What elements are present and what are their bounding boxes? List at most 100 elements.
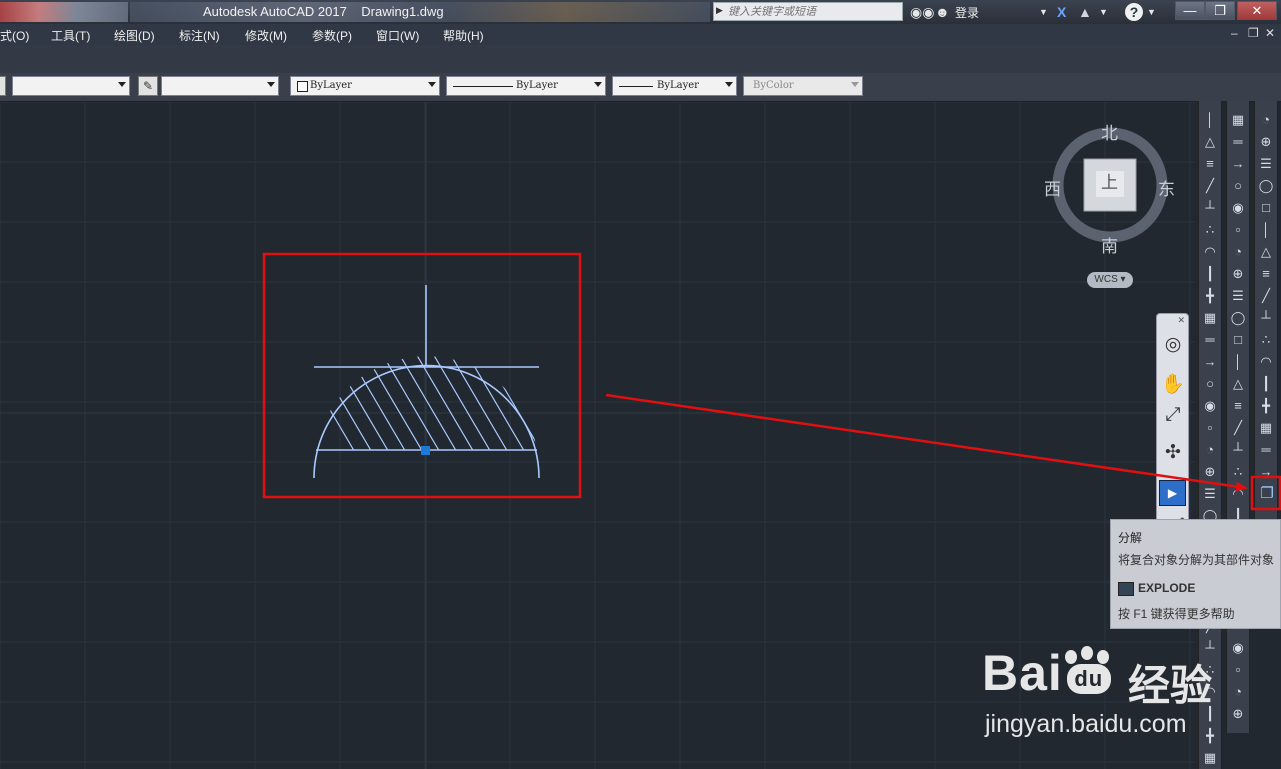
steering-wheel-icon[interactable]: ◎ <box>1161 332 1185 358</box>
col2-tool-icon[interactable]: ≡ <box>1229 397 1247 415</box>
pan-hand-icon[interactable]: ✋ <box>1161 372 1185 398</box>
menu-window[interactable]: 窗口(W) <box>376 27 419 44</box>
col3-tool-icon[interactable]: ⊕ <box>1257 133 1275 151</box>
match-properties-icon[interactable]: ✎ <box>138 76 158 96</box>
layer-tool-icon[interactable] <box>0 76 6 96</box>
menu-modify[interactable]: 修改(M) <box>245 27 287 44</box>
menu-tools[interactable]: 工具(T) <box>51 27 90 44</box>
compass-east[interactable]: 东 <box>1158 175 1175 200</box>
nav-close-icon[interactable]: ✕ <box>1177 315 1185 326</box>
col2-tool-icon[interactable]: ═ <box>1229 133 1247 151</box>
maximize-button[interactable]: ❐ <box>1205 1 1235 20</box>
layer-combo[interactable] <box>12 76 130 96</box>
plotstyle-combo[interactable]: ByColor <box>743 76 863 96</box>
col3-tool-icon[interactable]: ☰ <box>1257 155 1275 173</box>
col1-tool-icon[interactable]: ☰ <box>1201 485 1219 503</box>
login-link[interactable]: 登录 <box>955 4 979 21</box>
col1-tool-icon[interactable]: ▦ <box>1201 749 1219 767</box>
ucs-menu[interactable]: WCS ▾ <box>1087 272 1133 288</box>
help-dropdown-icon[interactable]: ▼ <box>1147 3 1156 21</box>
col3-tool-icon[interactable]: ╱ <box>1257 287 1275 305</box>
col2-tool-icon[interactable]: │ <box>1229 353 1247 371</box>
binoculars-icon[interactable]: ◉◉ <box>910 3 934 21</box>
col2-tool-icon[interactable]: ▫ <box>1229 661 1247 679</box>
doc-restore-icon[interactable]: ❐ <box>1248 26 1259 40</box>
col2-tool-icon[interactable]: □ <box>1229 331 1247 349</box>
col3-tool-icon[interactable]: ∴ <box>1257 331 1275 349</box>
col1-tool-icon[interactable]: ═ <box>1201 331 1219 349</box>
col1-tool-icon[interactable]: ≡ <box>1201 155 1219 173</box>
col1-tool-icon[interactable]: ┴ <box>1201 199 1219 217</box>
menu-format[interactable]: 式(O) <box>0 27 29 44</box>
col2-tool-icon[interactable]: ▫ <box>1229 221 1247 239</box>
orbit-icon[interactable]: ✣ <box>1161 440 1185 466</box>
zoom-extents-icon[interactable]: ⤢ <box>1161 402 1185 428</box>
col2-tool-icon[interactable]: ○ <box>1229 177 1247 195</box>
col3-tool-icon[interactable]: △ <box>1257 243 1275 261</box>
col2-tool-icon[interactable]: ╱ <box>1229 419 1247 437</box>
col1-tool-icon[interactable]: │ <box>1201 111 1219 129</box>
grip-handle[interactable] <box>421 446 430 455</box>
doc-close-icon[interactable]: ✕ <box>1265 26 1275 40</box>
menu-dimension[interactable]: 标注(N) <box>179 27 220 44</box>
col1-tool-icon[interactable]: ╋ <box>1201 287 1219 305</box>
compass-south[interactable]: 南 <box>1101 232 1118 257</box>
col2-tool-icon[interactable]: ▦ <box>1229 111 1247 129</box>
a360-dropdown-icon[interactable]: ▼ <box>1099 3 1108 21</box>
minimize-button[interactable]: — <box>1175 1 1205 20</box>
col1-tool-icon[interactable]: ╱ <box>1201 177 1219 195</box>
login-dropdown-icon[interactable]: ▼ <box>1039 3 1048 21</box>
col3-tool-icon[interactable]: □ <box>1257 199 1275 217</box>
menu-help[interactable]: 帮助(H) <box>443 27 484 44</box>
col2-tool-icon[interactable]: ◔ <box>1229 683 1247 701</box>
menu-draw[interactable]: 绘图(D) <box>114 27 155 44</box>
col3-tool-icon[interactable]: ┴ <box>1257 309 1275 327</box>
col1-tool-icon[interactable]: ⊕ <box>1201 463 1219 481</box>
col2-tool-icon[interactable]: ⊕ <box>1229 265 1247 283</box>
col3-tool-icon[interactable]: ◯ <box>1257 177 1275 195</box>
col1-tool-icon[interactable]: ○ <box>1201 375 1219 393</box>
user-icon[interactable]: ☻ <box>935 3 950 21</box>
col2-tool-icon[interactable]: ┴ <box>1229 441 1247 459</box>
col2-tool-icon[interactable]: ☰ <box>1229 287 1247 305</box>
col2-tool-icon[interactable]: ◔ <box>1229 243 1247 261</box>
col3-tool-icon[interactable]: → <box>1257 463 1275 481</box>
search-input[interactable] <box>728 3 900 20</box>
layer-state-combo[interactable] <box>161 76 279 96</box>
col1-tool-icon[interactable]: △ <box>1201 133 1219 151</box>
autodesk-a360-icon[interactable]: ▲ <box>1078 3 1092 21</box>
col3-tool-icon[interactable]: ┃ <box>1257 375 1275 393</box>
col2-tool-icon[interactable]: ◠ <box>1229 485 1247 503</box>
col2-tool-icon[interactable]: ◉ <box>1229 639 1247 657</box>
col3-tool-icon[interactable]: ╋ <box>1257 397 1275 415</box>
color-combo[interactable]: ByLayer <box>290 76 440 96</box>
col2-tool-icon[interactable]: ◯ <box>1229 309 1247 327</box>
menu-parametric[interactable]: 参数(P) <box>312 27 352 44</box>
col3-tool-icon[interactable]: │ <box>1257 221 1275 239</box>
col1-tool-icon[interactable]: ▦ <box>1201 309 1219 327</box>
doc-minimize-icon[interactable]: – <box>1231 26 1238 40</box>
compass-west[interactable]: 西 <box>1044 175 1061 200</box>
col3-tool-icon[interactable]: ◔ <box>1257 111 1275 129</box>
col3-tool-icon[interactable]: ◠ <box>1257 353 1275 371</box>
search-expand-icon[interactable]: ▶ <box>716 5 723 16</box>
col3-tool-icon[interactable]: ▦ <box>1257 419 1275 437</box>
explode-tool-icon[interactable]: ❐ <box>1257 484 1277 504</box>
col1-tool-icon[interactable]: ◉ <box>1201 397 1219 415</box>
col1-tool-icon[interactable]: ┃ <box>1201 265 1219 283</box>
col2-tool-icon[interactable]: → <box>1229 155 1247 173</box>
col2-tool-icon[interactable]: ∴ <box>1229 463 1247 481</box>
close-button[interactable]: ✕ <box>1237 1 1277 20</box>
col2-tool-icon[interactable]: ◉ <box>1229 199 1247 217</box>
linetype-combo[interactable]: ByLayer <box>446 76 606 96</box>
compass-north[interactable]: 北 <box>1101 119 1118 144</box>
col3-tool-icon[interactable]: ≡ <box>1257 265 1275 283</box>
search-box[interactable]: ▶ <box>713 2 903 21</box>
col2-tool-icon[interactable]: △ <box>1229 375 1247 393</box>
help-icon[interactable]: ? <box>1125 3 1143 21</box>
col1-tool-icon[interactable]: ▫ <box>1201 419 1219 437</box>
exchange-x-icon[interactable]: X <box>1057 3 1066 21</box>
showmotion-icon[interactable]: ▶ <box>1159 480 1186 506</box>
col3-tool-icon[interactable]: ═ <box>1257 441 1275 459</box>
lineweight-combo[interactable]: ByLayer <box>612 76 737 96</box>
